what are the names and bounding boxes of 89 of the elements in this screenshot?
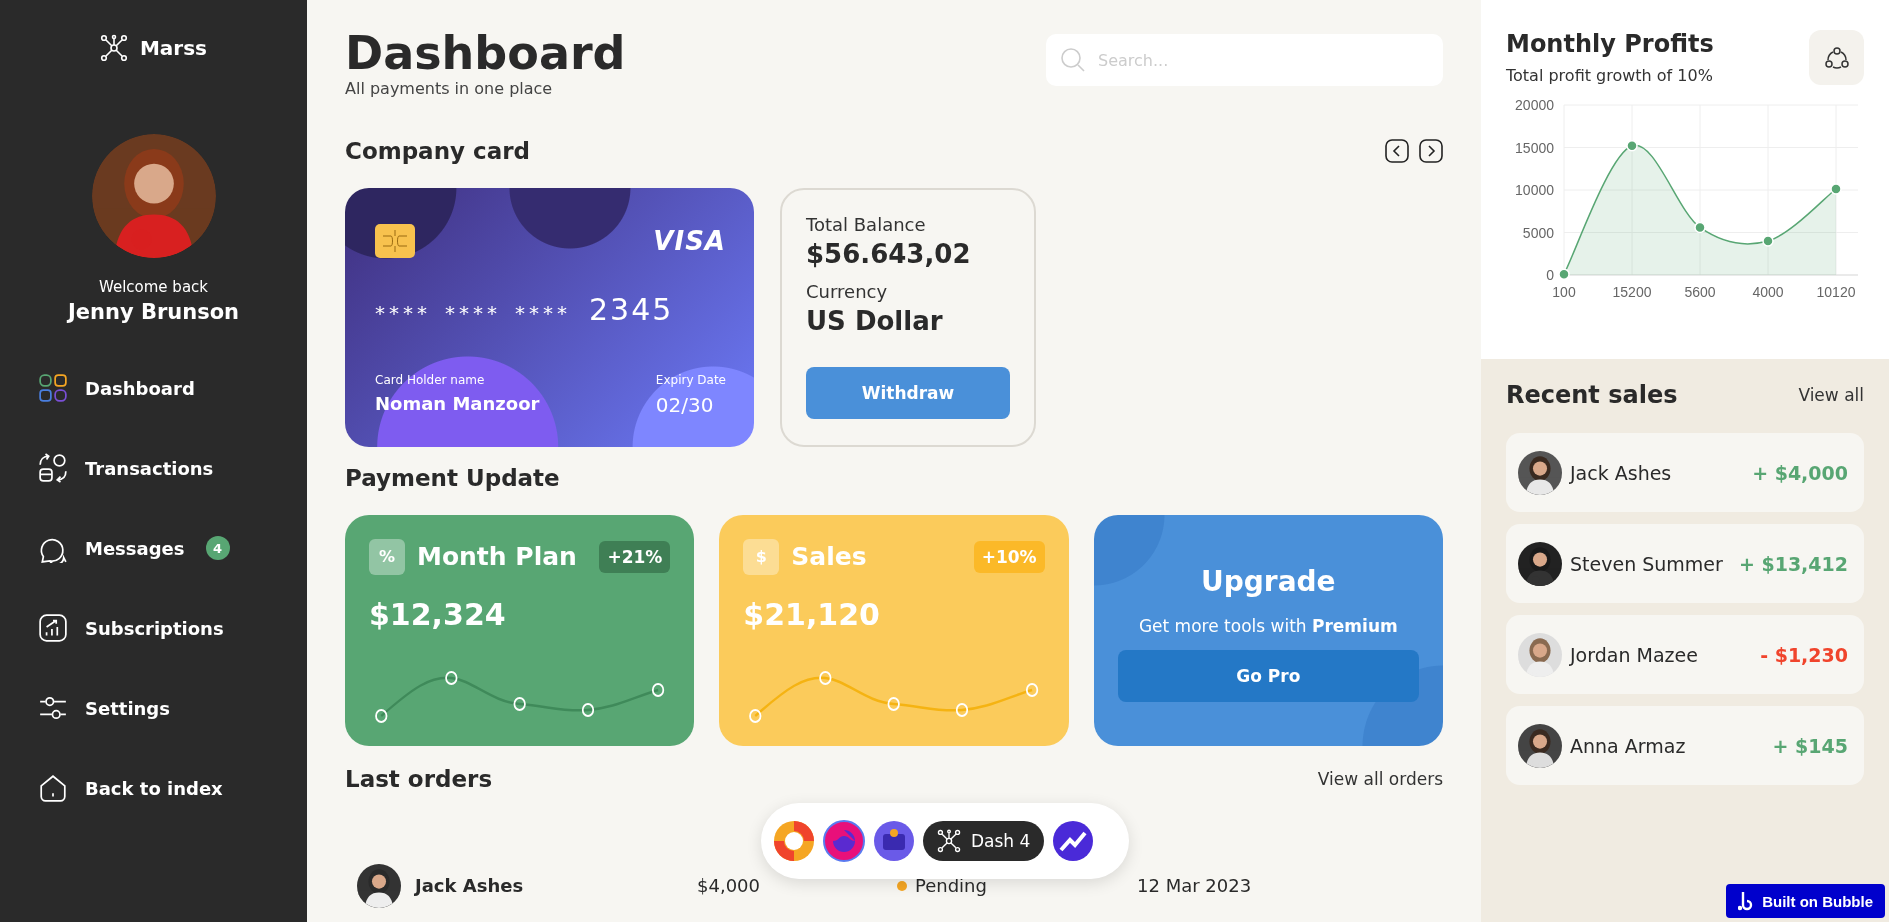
search-icon [1060, 47, 1086, 73]
nodes-icon [1823, 44, 1850, 71]
section-title: Company card [345, 137, 530, 164]
order-amount: $4,000 [697, 875, 761, 897]
data-point [1762, 235, 1774, 247]
next-button[interactable] [1419, 138, 1443, 163]
sale-amount: - $1,230 [1760, 643, 1848, 666]
y-tick-label: 20000 [1515, 97, 1554, 113]
y-tick-label: 10000 [1515, 182, 1554, 198]
upgrade-text: Get more tools with Premium [1138, 615, 1398, 636]
nav-item[interactable]: Messages 4 [38, 508, 307, 588]
data-point [1626, 140, 1638, 152]
order-status: Pending [915, 875, 987, 897]
nav-item[interactable]: Subscriptions [38, 588, 307, 668]
card-number-group: 2345 [589, 291, 674, 327]
currency-label: Currency [806, 280, 889, 302]
page-title: Dashboard [345, 28, 626, 79]
card-number-group: **** [375, 300, 431, 325]
y-tick-label: 15000 [1515, 139, 1554, 156]
data-point [1830, 183, 1842, 195]
network-logo-icon [99, 34, 128, 62]
share-button[interactable] [1809, 30, 1864, 85]
nav-item[interactable]: Transactions [38, 428, 307, 508]
dock-item[interactable]: Dash 4 [923, 821, 1045, 861]
data-point [1558, 268, 1570, 280]
customer-name: Jordan Mazee [1570, 643, 1699, 666]
user-name: Jenny Brunson [67, 300, 240, 324]
section-title: Last orders [345, 765, 493, 792]
sale-amount: + $145 [1772, 734, 1848, 757]
sale-row[interactable]: Anna Armaz + $145 [1506, 706, 1864, 785]
welcome-text: Welcome back [99, 278, 208, 296]
holder-label: Card Holder name [375, 372, 486, 387]
panel-title: Monthly Profits [1506, 30, 1714, 58]
nav-item[interactable]: Back to index [38, 748, 307, 828]
change-badge: +10% [973, 540, 1045, 573]
section-title: Payment Update [345, 464, 560, 491]
card-brand: VISA [653, 225, 726, 256]
y-tick-label: 5000 [1522, 224, 1554, 241]
currency-value: US Dollar [806, 305, 944, 336]
nav-item[interactable]: Dashboard [38, 348, 307, 428]
wallet-icon[interactable] [873, 820, 915, 862]
card-amount: $21,120 [743, 596, 881, 632]
count-badge: 4 [205, 536, 230, 560]
panel-subtitle: Total profit growth of 10% [1506, 66, 1714, 85]
expiry-label: Expiry Date [655, 372, 726, 387]
card-title: Sales [791, 542, 868, 572]
x-tick-label: 4000 [1752, 284, 1784, 300]
nav-item[interactable]: Settings [38, 668, 307, 748]
x-tick-label: 5600 [1684, 284, 1716, 300]
brand-name: Marss [139, 36, 208, 60]
sale-amount: + $13,412 [1738, 552, 1848, 575]
balance-label: Total Balance [806, 213, 927, 235]
view-all-link[interactable]: View all [1798, 385, 1864, 405]
customer-name: Jack Ashes [1570, 461, 1673, 484]
card-number-group: **** [445, 300, 501, 325]
sale-row[interactable]: Jack Ashes + $4,000 [1506, 433, 1864, 512]
order-date: 12 Mar 2023 [1137, 875, 1253, 897]
holder-name: Noman Manzoor [375, 392, 540, 414]
upgrade-title: Upgrade [1201, 564, 1336, 598]
built-on-badge[interactable]: Built on Bubble [1726, 884, 1885, 918]
customer-name: Anna Armaz [1570, 734, 1687, 757]
chip-icon [375, 223, 415, 258]
card-amount: $12,324 [369, 596, 507, 632]
x-tick-label: 100 [1552, 284, 1576, 300]
previous-button[interactable] [1385, 138, 1409, 163]
data-point [1694, 221, 1706, 234]
card-number-group: **** [515, 300, 571, 325]
card-title: Month Plan [417, 542, 578, 572]
sale-row[interactable]: Steven Summer + $13,412 [1506, 524, 1864, 603]
go-pro-button[interactable]: Go Pro [1117, 649, 1419, 702]
swirl-icon[interactable] [823, 820, 865, 862]
customer-name: Steven Summer [1570, 552, 1724, 575]
lifebuoy-icon[interactable] [773, 820, 815, 862]
change-badge: +21% [599, 540, 671, 573]
sale-amount: + $4,000 [1752, 461, 1848, 484]
expiry-date: 02/30 [655, 392, 715, 417]
view-all-link[interactable]: View all orders [1317, 768, 1443, 789]
network-logo-icon [937, 829, 961, 853]
panel-title: Recent sales [1506, 381, 1678, 409]
page-subtitle: All payments in one place [345, 78, 554, 98]
symbol-icon: $ [743, 538, 780, 575]
customer-name: Jack Ashes [415, 875, 524, 897]
y-tick-label: 0 [1546, 267, 1554, 283]
trend-icon[interactable] [1052, 820, 1095, 862]
balance-value: $56.643,02 [806, 238, 972, 269]
sale-row[interactable]: Jordan Mazee - $1,230 [1506, 615, 1864, 694]
symbol-icon: % [369, 538, 405, 575]
x-tick-label: 10120 [1816, 284, 1856, 300]
x-tick-label: 15200 [1612, 284, 1652, 300]
